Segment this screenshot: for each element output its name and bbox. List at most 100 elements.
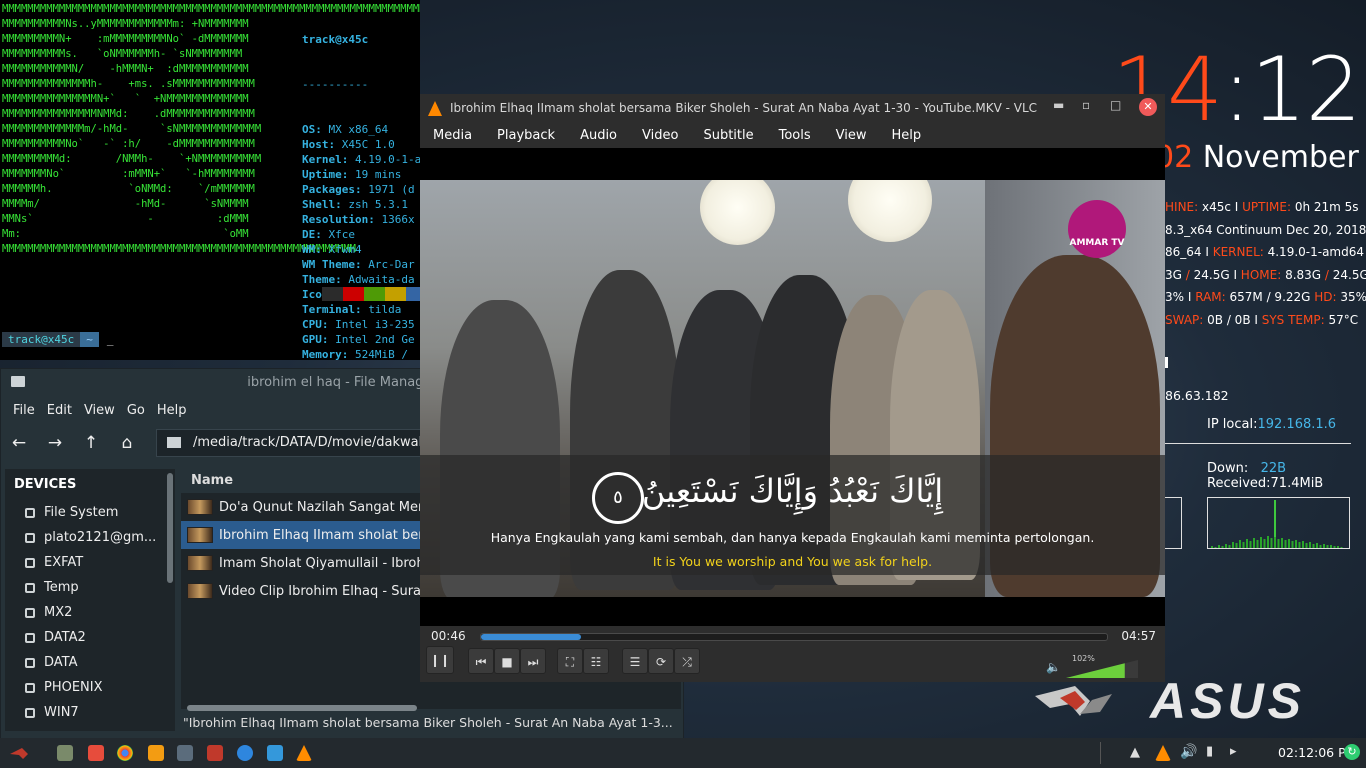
vlc-controls: 00:46 04:57 ❙❙ ⏮ ■ ⏭ ⛶ ☷ ☰ ⟳ ⤮ 🔈 102% xyxy=(420,626,1165,682)
sublime-text-icon[interactable] xyxy=(148,745,164,761)
menu-edit[interactable]: Edit xyxy=(47,403,72,418)
menu-help[interactable]: Help xyxy=(157,403,187,418)
fullscreen-button[interactable]: ⛶ xyxy=(557,648,583,674)
vlc-menu-audio[interactable]: Audio xyxy=(580,128,617,143)
info-value: zsh 5.3.1 xyxy=(341,198,408,211)
device-item[interactable]: PHOENIX xyxy=(5,675,175,700)
info-line: Theme: Adwaita-da xyxy=(302,272,420,287)
pause-button[interactable]: ❙❙ xyxy=(426,646,454,674)
time-total[interactable]: 04:57 xyxy=(1121,629,1156,643)
vlc-menu-video[interactable]: Video xyxy=(642,128,678,143)
video-area[interactable]: AMMAR TV ٥ إِيَّاكَ نَعْبُدُ وَإِيَّاكَ … xyxy=(420,148,1165,626)
monitor-text: 3G xyxy=(1165,267,1186,282)
device-label: DATA xyxy=(44,655,78,670)
monitor-text: 0h 21m 5s xyxy=(1294,200,1359,214)
vlc-menu-playback[interactable]: Playback xyxy=(497,128,555,143)
teamviewer-icon[interactable] xyxy=(237,745,253,761)
info-value: Intel 2nd Ge xyxy=(328,333,415,346)
shell-prompt[interactable]: track@x45c ~ _ xyxy=(2,332,113,347)
monitor-text: RAM: xyxy=(1195,290,1230,304)
seek-bar[interactable] xyxy=(480,633,1108,641)
sidebar-scrollbar[interactable] xyxy=(167,473,173,583)
tray-expand-icon[interactable]: ▸ xyxy=(1230,744,1237,759)
filezilla-icon[interactable] xyxy=(207,745,223,761)
back-arrow-icon[interactable]: ← xyxy=(1,433,37,453)
vlc-menu-media[interactable]: Media xyxy=(433,128,472,143)
minimize-icon[interactable]: ▬ xyxy=(1053,98,1064,112)
vlc-menu-subtitle[interactable]: Subtitle xyxy=(703,128,753,143)
seek-progress xyxy=(481,634,582,640)
vlc-menu-help[interactable]: Help xyxy=(892,128,922,143)
info-line: WM Theme: Arc-Dar xyxy=(302,257,420,272)
device-item[interactable]: DATA2 xyxy=(5,625,175,650)
folder-icon[interactable] xyxy=(267,745,283,761)
location-path: /media/track/DATA/D/movie/dakwah xyxy=(193,435,427,450)
up-arrow-icon[interactable]: ↑ xyxy=(73,433,109,453)
speaker-icon[interactable]: 🔈 xyxy=(1046,660,1061,674)
menu-view[interactable]: View xyxy=(84,403,115,418)
info-key: Resolution: xyxy=(302,213,375,226)
device-item[interactable]: EXFAT xyxy=(5,550,175,575)
file-name: Imam Sholat Qiyamullail - Ibrohim xyxy=(219,555,441,571)
info-line: Shell: zsh 5.3.1 xyxy=(302,197,420,212)
vlc-menu-view[interactable]: View xyxy=(836,128,867,143)
rog-logo xyxy=(1035,686,1112,716)
close-icon[interactable]: ✕ xyxy=(1139,98,1157,116)
info-value: Adwaita-da xyxy=(341,273,415,286)
stop-button[interactable]: ■ xyxy=(494,648,520,674)
info-key: Terminal: xyxy=(302,303,362,316)
vlc-titlebar[interactable]: Ibrohim Elhaq IImam sholat bersama Biker… xyxy=(420,94,1165,122)
upload-graph xyxy=(1163,497,1182,549)
info-value: 4.19.0-1-amd64 xyxy=(354,153,420,166)
file-manager-launcher-icon[interactable] xyxy=(57,745,73,761)
video-thumbnail-icon xyxy=(187,583,213,599)
vlc-cone-icon[interactable] xyxy=(296,745,312,761)
horizontal-scrollbar[interactable] xyxy=(187,705,417,711)
menu-file[interactable]: File xyxy=(13,403,35,418)
calendar-launcher-icon[interactable] xyxy=(88,745,104,761)
monitor-line: HINE: x45c I UPTIME: 0h 21m 5s xyxy=(1165,196,1366,219)
chrome-icon[interactable] xyxy=(117,745,133,761)
device-item[interactable]: WIN7 xyxy=(5,700,175,725)
device-item[interactable]: DATA xyxy=(5,650,175,675)
shade-icon[interactable]: ▫ xyxy=(1082,98,1090,112)
device-item[interactable]: plato2121@gm... xyxy=(5,525,175,550)
location-bar[interactable]: /media/track/DATA/D/movie/dakwah xyxy=(156,429,464,457)
forward-arrow-icon[interactable]: → xyxy=(37,433,73,453)
local-ip-value: 192.168.1.6 xyxy=(1257,417,1337,432)
menu-go[interactable]: Go xyxy=(127,403,145,418)
volume-slider[interactable] xyxy=(1066,660,1138,678)
download-graph xyxy=(1207,497,1350,549)
extended-settings-button[interactable]: ☷ xyxy=(583,648,609,674)
vlc-window[interactable]: Ibrohim Elhaq IImam sholat bersama Biker… xyxy=(420,94,1165,682)
rog-menu-icon[interactable] xyxy=(8,744,34,762)
volume-icon[interactable]: 🔊 xyxy=(1180,744,1197,760)
code-editor-icon[interactable] xyxy=(177,745,193,761)
monitor-text: HINE: xyxy=(1165,200,1202,214)
local-ip-label: IP local: xyxy=(1207,417,1258,432)
update-icon[interactable]: ↻ xyxy=(1344,744,1360,760)
previous-button[interactable]: ⏮ xyxy=(468,648,494,674)
palette-swatch xyxy=(406,287,420,301)
battery-icon[interactable]: ▮ xyxy=(1206,744,1213,759)
vlc-tray-icon[interactable] xyxy=(1155,745,1171,761)
shuffle-button[interactable]: ⤮ xyxy=(674,648,700,674)
network-down: Down: 22B Received:71.4MiB xyxy=(1207,461,1323,491)
device-label: File System xyxy=(44,505,119,520)
terminal-window[interactable]: MMMMMMMMMMMMMMMMMMMMMMMMMMMMMMMMMMMMMMMM… xyxy=(0,0,420,360)
device-item[interactable]: Temp xyxy=(5,575,175,600)
prompt-cursor: _ xyxy=(106,333,114,346)
maximize-icon[interactable]: □ xyxy=(1110,98,1121,112)
palette-swatch xyxy=(322,287,343,301)
loop-button[interactable]: ⟳ xyxy=(648,648,674,674)
wifi-icon[interactable]: ▲ xyxy=(1130,745,1140,760)
device-item[interactable]: MX2 xyxy=(5,600,175,625)
playlist-button[interactable]: ☰ xyxy=(622,648,648,674)
device-item[interactable]: File System xyxy=(5,500,175,525)
vlc-menu-tools[interactable]: Tools xyxy=(779,128,811,143)
home-icon[interactable]: ⌂ xyxy=(109,433,145,453)
drive-icon xyxy=(25,707,35,718)
next-button[interactable]: ⏭ xyxy=(520,648,546,674)
monitor-text: 8.3_x64 Continuum Dec 20, 2018 xyxy=(1165,222,1366,237)
monitor-text: 0B / 0B I xyxy=(1207,312,1262,327)
